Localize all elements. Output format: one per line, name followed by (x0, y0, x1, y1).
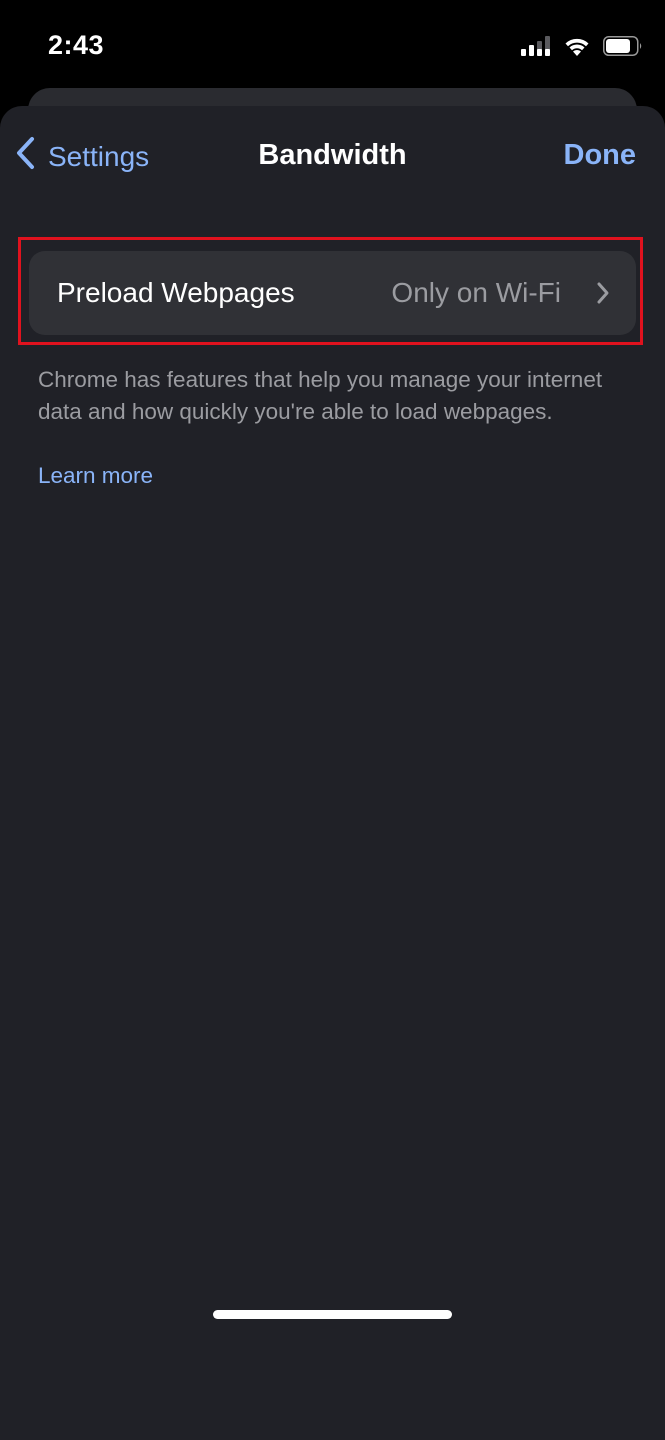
preload-webpages-label: Preload Webpages (57, 277, 295, 308)
bandwidth-description: Chrome has features that help you manage… (38, 367, 603, 424)
battery-icon (603, 36, 643, 61)
navigation-bar: Settings Bandwidth Done (0, 106, 665, 206)
bandwidth-sheet: Settings Bandwidth Done Preload Webpages… (0, 106, 665, 1440)
preload-webpages-value: Only on Wi-Fi (391, 277, 561, 308)
preload-webpages-row[interactable]: Preload Webpages Only on Wi-Fi (29, 251, 636, 335)
chevron-right-icon (596, 281, 610, 310)
status-icons (521, 36, 643, 61)
done-button[interactable]: Done (564, 139, 637, 172)
home-indicator[interactable] (213, 1310, 452, 1319)
status-bar: 2:43 (0, 0, 665, 96)
cellular-signal-icon (521, 36, 551, 61)
screen: 2:43 Settings Bandwidth Done Preload Web… (0, 0, 665, 1440)
learn-more-link[interactable]: Learn more (38, 460, 153, 492)
wifi-icon (563, 36, 591, 61)
status-time: 2:43 (48, 30, 105, 60)
